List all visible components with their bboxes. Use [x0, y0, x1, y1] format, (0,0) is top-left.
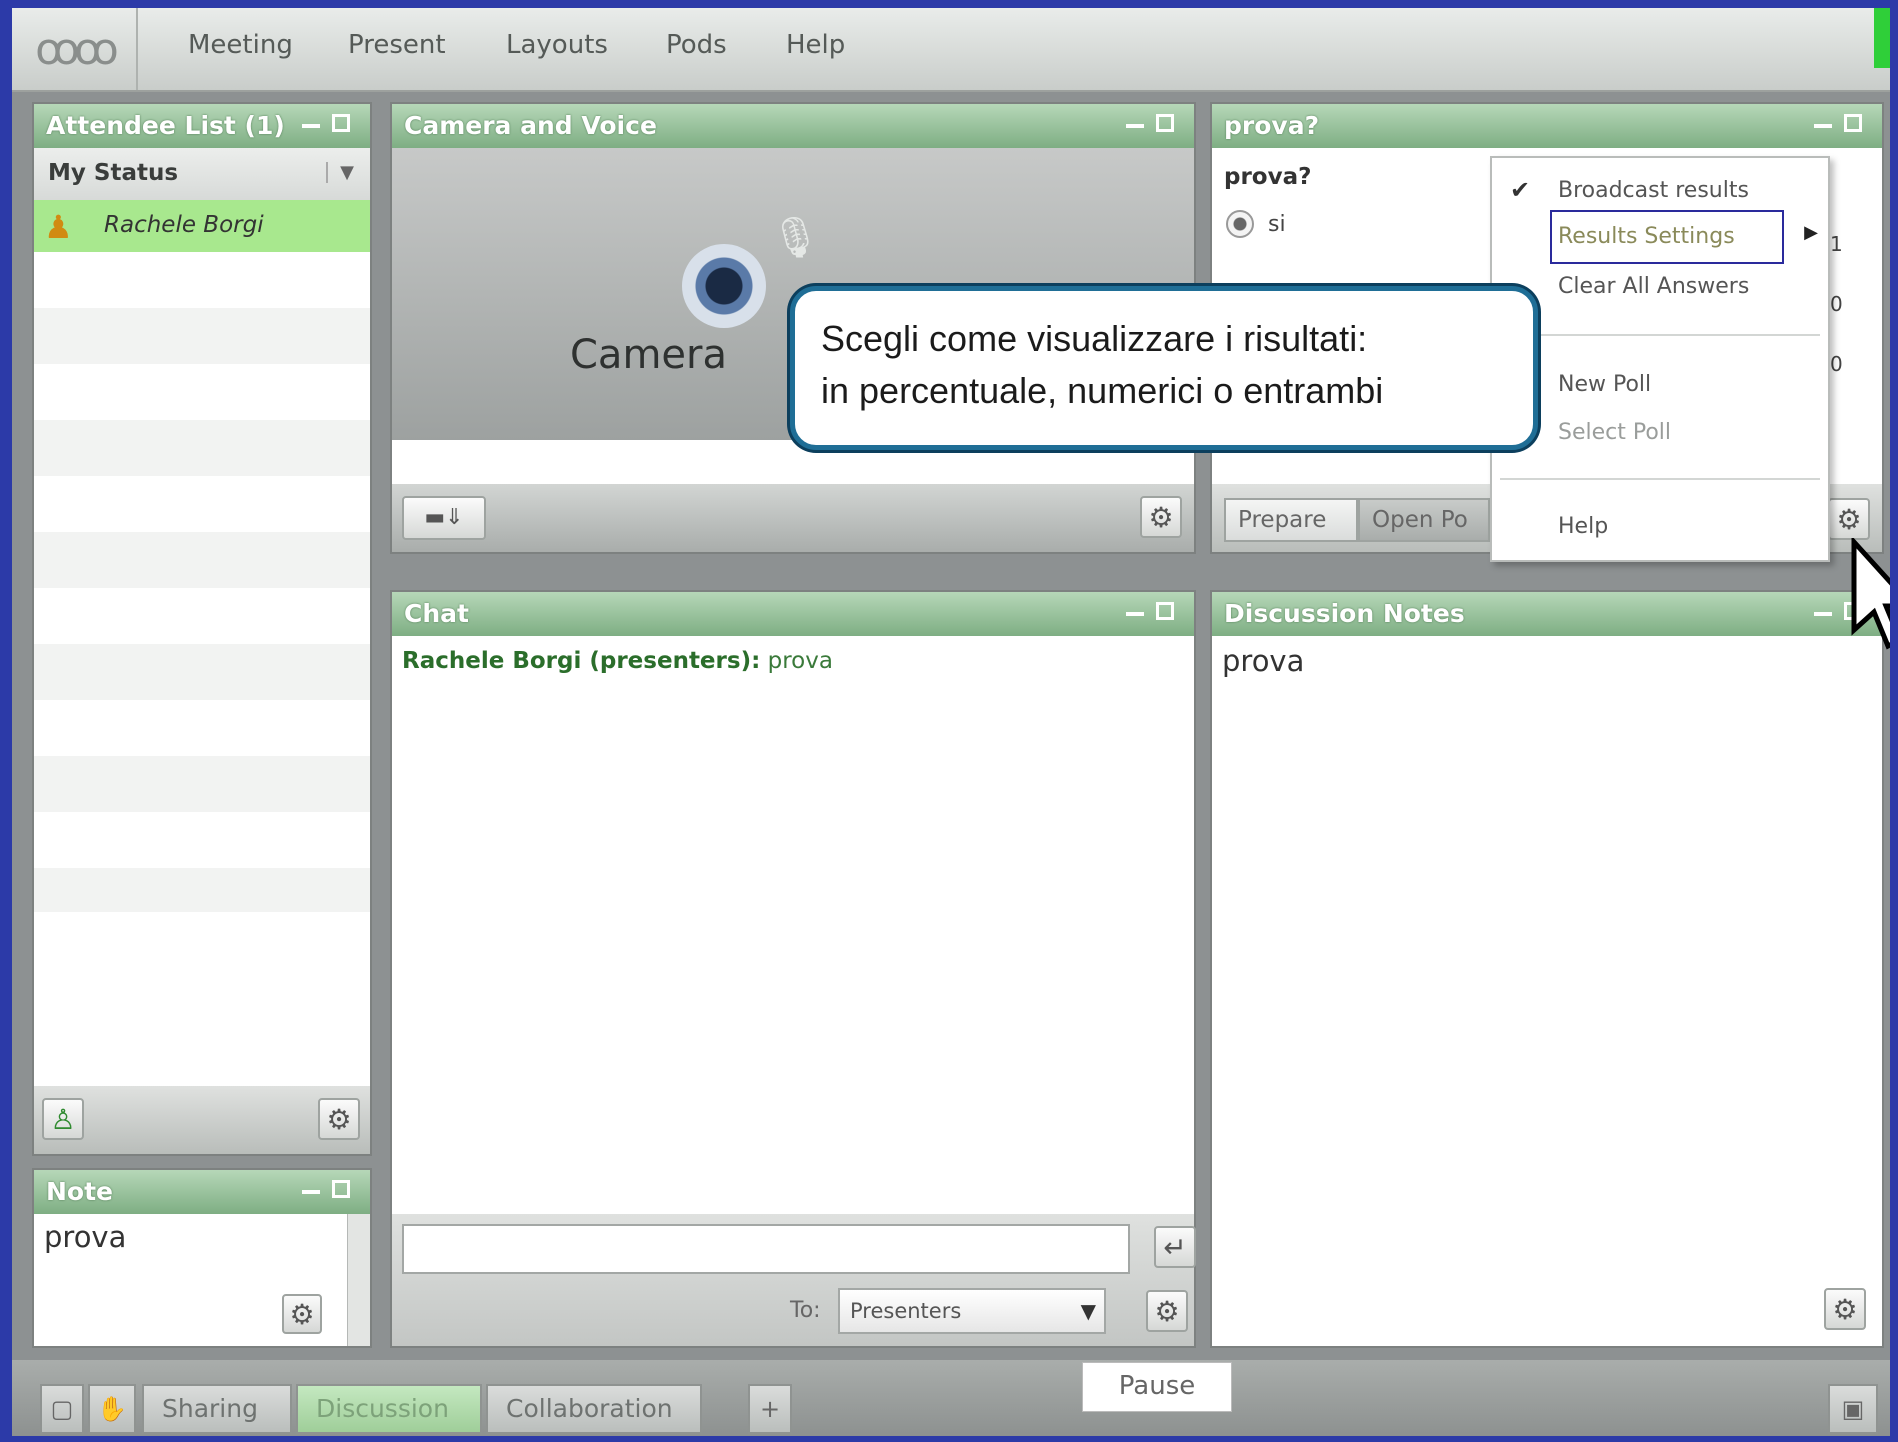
host-user-icon: ♟: [44, 208, 73, 246]
camera-voice-title: Camera and Voice: [392, 104, 1194, 148]
recipient-value: Presenters: [850, 1299, 962, 1323]
menu-item-select-poll: Select Poll: [1558, 420, 1672, 445]
gear-icon[interactable]: ⚙: [282, 1294, 322, 1334]
note-pod: Note prova ⚙: [34, 1170, 370, 1346]
mouse-cursor-icon: [1851, 538, 1890, 650]
menu-separator: [1500, 478, 1820, 480]
chevron-down-icon: ▼: [1080, 1299, 1096, 1323]
my-status-label: My Status: [48, 160, 179, 186]
user-role-icon[interactable]: ♙: [42, 1098, 84, 1140]
checkmark-icon: ✔: [1510, 176, 1531, 204]
gear-icon[interactable]: ⚙: [1146, 1290, 1188, 1332]
recipient-select[interactable]: Presenters ▼: [838, 1288, 1106, 1334]
pod-window-controls: [1126, 600, 1184, 626]
tutorial-callout: Scegli come visualizzare i risultati: in…: [790, 286, 1538, 450]
menu-item-new-poll[interactable]: New Poll: [1558, 372, 1651, 397]
poll-option-label: si: [1268, 212, 1286, 237]
callout-line-2: in percentuale, numerici o entrambi: [821, 370, 1384, 411]
status-indicator: [1874, 8, 1890, 68]
chat-title: Chat: [392, 592, 1194, 636]
poll-title: prova?: [1212, 104, 1882, 148]
discussion-notes-title: Discussion Notes: [1212, 592, 1882, 636]
to-label: To:: [790, 1298, 821, 1323]
minimize-icon[interactable]: [1814, 612, 1832, 616]
handshake-icon[interactable]: ✋: [88, 1384, 136, 1434]
attendee-pod-footer: ♙ ⚙: [34, 1086, 370, 1154]
menu-meeting[interactable]: Meeting: [188, 30, 293, 60]
pod-window-controls: [302, 1178, 360, 1204]
poll-options-menu: ✔ Broadcast results Results Settings ▶ C…: [1490, 156, 1830, 562]
menu-present[interactable]: Present: [348, 30, 446, 60]
menu-help[interactable]: Help: [786, 30, 845, 60]
chat-message: Rachele Borgi (presenters): prova: [402, 648, 833, 674]
gear-icon[interactable]: ⚙: [318, 1098, 360, 1140]
poll-result-count: 1: [1830, 232, 1843, 256]
poll-result-count: 0: [1830, 292, 1843, 316]
minimize-icon[interactable]: [1126, 124, 1144, 128]
pod-window-controls: [1814, 112, 1872, 138]
camera-label: Camera: [570, 332, 727, 378]
maximize-icon[interactable]: [1156, 114, 1174, 132]
menu-item-broadcast-results[interactable]: Broadcast results: [1558, 178, 1749, 203]
menu-bar: ꝏꝏ Meeting Present Layouts Pods Help: [12, 8, 1890, 92]
minimize-icon[interactable]: [1814, 124, 1832, 128]
prepare-tab[interactable]: Prepare: [1224, 498, 1358, 542]
menu-item-results-settings[interactable]: Results Settings: [1558, 224, 1735, 249]
menu-item-help[interactable]: Help: [1558, 514, 1608, 539]
note-scrollbar[interactable]: [347, 1214, 370, 1346]
attendee-list-pod: Attendee List (1) My Status ▼ ♟ Rachele …: [34, 104, 370, 1154]
note-text[interactable]: prova: [44, 1220, 126, 1254]
pause-button[interactable]: Pause: [1082, 1362, 1232, 1412]
chat-input[interactable]: [402, 1224, 1130, 1274]
submenu-arrow-icon: ▶: [1804, 222, 1818, 243]
chat-compose-area: ↵ To: Presenters ▼ ⚙: [392, 1214, 1196, 1346]
layout-tab-discussion[interactable]: Discussion: [296, 1384, 482, 1434]
menu-pods[interactable]: Pods: [666, 30, 727, 60]
menu-item-clear-all-answers[interactable]: Clear All Answers: [1558, 274, 1749, 299]
pod-window-controls: [1126, 112, 1184, 138]
chat-sender: Rachele Borgi (presenters):: [402, 648, 761, 674]
add-layout-button[interactable]: +: [748, 1384, 792, 1434]
layout-tab-sharing[interactable]: Sharing: [142, 1384, 292, 1434]
poll-result-count: 0: [1830, 352, 1843, 376]
layout-bar: ▢ ✋ Sharing Discussion Collaboration + ▣: [12, 1360, 1890, 1436]
gear-icon[interactable]: ⚙: [1828, 498, 1870, 540]
poll-option-radio[interactable]: [1226, 210, 1254, 238]
poll-question: prova?: [1224, 164, 1312, 190]
pod-window-controls: [302, 112, 360, 138]
logo-icon: ꝏꝏ: [12, 8, 138, 90]
maximize-icon[interactable]: [1156, 602, 1174, 620]
microphone-icon: 🎙: [770, 215, 821, 261]
lock-icon[interactable]: ▢: [40, 1384, 84, 1434]
discussion-notes-pod: Discussion Notes prova ⚙: [1212, 592, 1882, 1346]
minimize-icon[interactable]: [302, 1190, 320, 1194]
chat-pod: Chat Rachele Borgi (presenters): prova ↵…: [392, 592, 1196, 1346]
minimize-icon[interactable]: [302, 124, 320, 128]
menu-separator: [1500, 334, 1820, 336]
attendee-list-body: [34, 252, 370, 912]
maximize-icon[interactable]: [1844, 114, 1862, 132]
gear-icon[interactable]: ⚙: [1824, 1288, 1866, 1330]
layout-tab-collaboration[interactable]: Collaboration: [486, 1384, 702, 1434]
callout-line-1: Scegli come visualizzare i risultati:: [821, 318, 1368, 359]
open-poll-tab[interactable]: Open Po: [1358, 498, 1490, 542]
gear-icon[interactable]: ⚙: [1140, 496, 1182, 538]
maximize-icon[interactable]: [332, 114, 350, 132]
send-icon[interactable]: ↵: [1154, 1226, 1196, 1268]
presenter-only-area-icon[interactable]: ▣: [1828, 1384, 1878, 1434]
callout-text: Scegli come visualizzare i risultati: in…: [821, 313, 1383, 417]
menu-layouts[interactable]: Layouts: [506, 30, 608, 60]
chevron-down-icon: ▼: [326, 162, 354, 183]
my-status-dropdown[interactable]: My Status ▼: [34, 148, 370, 201]
discussion-notes-text[interactable]: prova: [1222, 644, 1304, 678]
maximize-icon[interactable]: [332, 1180, 350, 1198]
chat-message-text: prova: [767, 648, 833, 674]
attendee-row[interactable]: ♟ Rachele Borgi: [34, 200, 370, 252]
minimize-icon[interactable]: [1126, 612, 1144, 616]
connect-app-window: ꝏꝏ Meeting Present Layouts Pods Help Att…: [12, 8, 1890, 1436]
attendee-name: Rachele Borgi: [104, 212, 264, 238]
camera-footer: ▬⇓ ⚙: [392, 484, 1194, 552]
start-camera-voice-button[interactable]: ▬⇓: [402, 496, 486, 540]
webcam-icon: [682, 244, 766, 328]
